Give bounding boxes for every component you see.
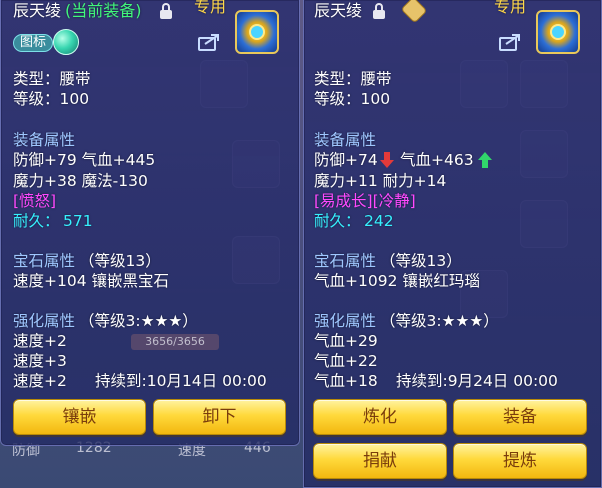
inlay-button[interactable]: 镶嵌	[13, 399, 146, 435]
gem-attr-title: 宝石属性	[13, 252, 76, 270]
icon-badge[interactable]: 图标	[13, 34, 53, 52]
equip-attr-title: 装备属性	[314, 131, 377, 149]
exclusive-label: 专用	[194, 0, 227, 16]
gem-attr-line: 气血+1092 镶嵌红玛瑙	[314, 272, 480, 290]
special-effect: [易成长][冷静]	[314, 192, 416, 210]
durability-label: 耐久：	[314, 212, 361, 230]
enhance-level: （等级3:★★★）	[380, 312, 499, 330]
extract-button[interactable]: 提炼	[453, 443, 587, 479]
current-equipment-panel: 3656/3656 辰天绫 (当前装备) 专用 图标 类型：腰带 等级：100 …	[0, 0, 300, 446]
equip-attr-line-2: 魔力+38 魔法-130	[13, 172, 148, 190]
donate-button[interactable]: 捐献	[313, 443, 447, 479]
exclusive-label: 专用	[494, 0, 527, 16]
item-name: 辰天绫	[13, 1, 62, 20]
item-emblem-icon	[536, 10, 580, 54]
enhance-line-3: 气血+18	[314, 372, 378, 390]
lock-icon[interactable]	[159, 3, 173, 19]
gem-orb-icon	[53, 29, 79, 55]
item-level: 等级：100	[314, 90, 391, 108]
enhance-line-2: 气血+22	[314, 352, 378, 370]
enhance-duration: 持续到:10月14日 00:00	[95, 372, 267, 390]
equip-attr-line-2: 魔力+11 耐力+14	[314, 172, 447, 190]
gem-level: （等级13）	[380, 252, 462, 270]
equip-attr-hp: 气血+463	[400, 151, 474, 169]
durability-label: 耐久：	[13, 212, 60, 230]
refine-button[interactable]: 炼化	[313, 399, 447, 435]
item-type: 类型：腰带	[13, 70, 91, 88]
enhance-level: （等级3:★★★）	[79, 312, 198, 330]
item-type: 类型：腰带	[314, 70, 392, 88]
equip-attr-defense: 防御+74	[314, 151, 378, 169]
increase-arrow-icon	[478, 152, 492, 168]
gem-attr-line: 速度+104 镶嵌黑宝石	[13, 272, 169, 290]
item-emblem-icon	[235, 10, 279, 54]
share-icon[interactable]	[498, 32, 522, 52]
item-level: 等级：100	[13, 90, 90, 108]
enhance-line-1: 气血+29	[314, 332, 378, 350]
background-hp-bar: 3656/3656	[131, 334, 219, 350]
equip-attr-line-1: 防御+79 气血+445	[13, 151, 156, 169]
enhance-line-1: 速度+2	[13, 332, 67, 350]
enhance-attr-title: 强化属性	[314, 312, 377, 330]
durability-value: 242	[364, 212, 394, 230]
enhance-line-3: 速度+2	[13, 372, 67, 390]
enhance-duration: 持续到:9月24日 00:00	[396, 372, 558, 390]
unequip-button[interactable]: 卸下	[153, 399, 286, 435]
compare-equipment-panel: 辰天绫 专用 类型：腰带 等级：100 装备属性 防御+74 气血+463 魔力…	[303, 0, 602, 488]
equip-attr-title: 装备属性	[13, 131, 76, 149]
equip-button[interactable]: 装备	[453, 399, 587, 435]
share-icon[interactable]	[197, 32, 221, 52]
gem-attr-title: 宝石属性	[314, 252, 377, 270]
enhance-line-2: 速度+3	[13, 352, 67, 370]
durability-value: 571	[63, 212, 93, 230]
lock-icon[interactable]	[372, 3, 386, 19]
enhance-attr-title: 强化属性	[13, 312, 76, 330]
decrease-arrow-icon	[380, 152, 394, 168]
item-name: 辰天绫	[314, 1, 363, 20]
current-equipped-tag: (当前装备)	[65, 1, 142, 20]
gem-level: （等级13）	[79, 252, 161, 270]
special-effect: [愤怒]	[13, 192, 57, 210]
